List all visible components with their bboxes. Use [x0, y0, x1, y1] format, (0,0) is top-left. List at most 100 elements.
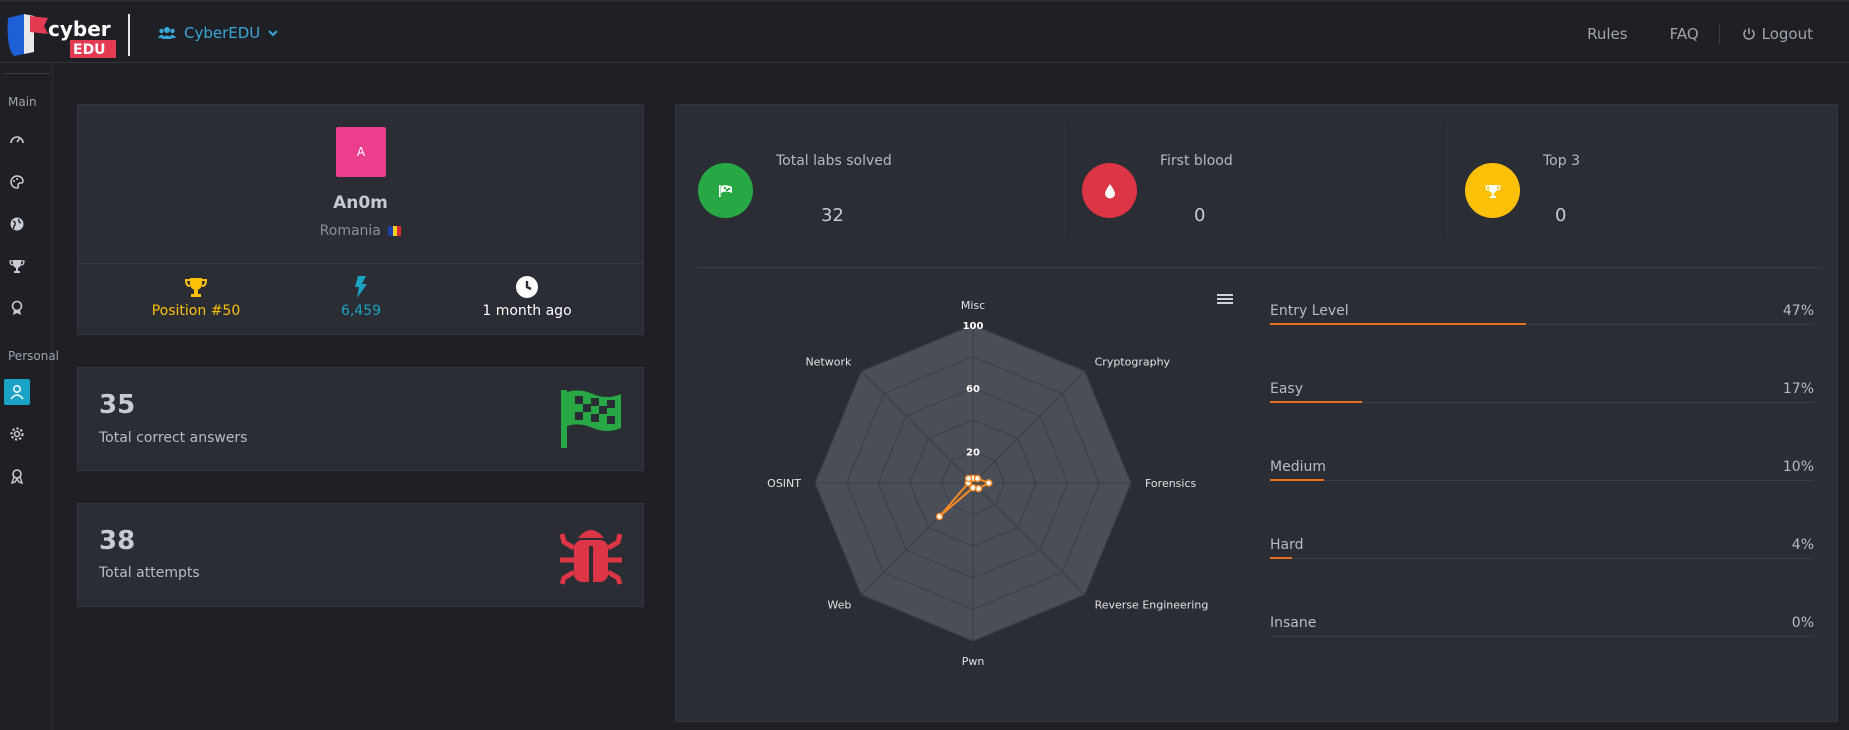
radar-category-label: Forensics — [1145, 477, 1197, 490]
category-radar-chart: 20 60 100 Misc Cryptography Forensics Reverse … — [767, 299, 1209, 668]
drop-icon — [1104, 183, 1115, 198]
difficulty-name: Easy — [1270, 381, 1304, 397]
trophy-icon — [184, 278, 208, 297]
avatar: A — [336, 127, 386, 177]
difficulty-row: Medium 10% — [1270, 459, 1814, 481]
dashboard-icon[interactable] — [6, 129, 28, 151]
difficulty-percent: 0% — [1791, 615, 1814, 631]
radar-category-label: Pwn — [962, 655, 985, 668]
top-navbar: cyber EDU CyberEDU Rules FAQ Logout — [0, 0, 1849, 63]
correct-answers-value: 35 — [99, 390, 136, 420]
difficulty-progress-bar — [1270, 557, 1292, 559]
last-seen-stat: 1 month ago — [437, 275, 617, 319]
attempts-label: Total attempts — [99, 565, 200, 581]
profile-header: A An0m Romania — [78, 105, 643, 264]
top3-value: 0 — [1555, 205, 1567, 226]
org-dropdown[interactable]: CyberEDU — [158, 24, 278, 42]
kpi-divider — [1447, 125, 1448, 235]
radar-category-label: Misc — [961, 299, 985, 312]
logo-text-edu: EDU — [73, 42, 106, 58]
org-name: CyberEDU — [184, 24, 261, 42]
radar-category-label: Web — [827, 599, 851, 612]
difficulty-name: Medium — [1270, 459, 1326, 475]
difficulty-row: Easy 17% — [1270, 381, 1814, 403]
radar-category-label: Reverse Engineering — [1095, 599, 1209, 612]
sidebar-divider — [4, 73, 50, 74]
username: An0m — [333, 193, 388, 213]
top-links: Rules FAQ Logout — [1545, 24, 1813, 44]
difficulty-progress-bar — [1270, 401, 1363, 403]
difficulty-track — [1270, 480, 1814, 481]
panel-divider — [697, 267, 1822, 268]
radar-data-point — [935, 512, 944, 521]
labs-solved-label: Total labs solved — [776, 153, 892, 169]
first-blood-value: 0 — [1194, 205, 1206, 226]
radar-category-label: Cryptography — [1095, 355, 1171, 368]
romania-flag-icon — [388, 224, 402, 236]
chart-menu-button[interactable] — [1216, 291, 1234, 307]
awards-icon[interactable] — [6, 465, 28, 487]
logo-text-cyber: cyber — [48, 17, 111, 41]
globe-icon[interactable] — [6, 213, 28, 235]
logout-label: Logout — [1761, 25, 1813, 43]
difficulty-percent: 10% — [1782, 459, 1814, 475]
flag-icon — [718, 184, 732, 197]
position-label: Position #50 — [151, 303, 241, 319]
first-blood-label: First blood — [1160, 153, 1233, 169]
cyberedu-logo[interactable]: cyber EDU — [4, 12, 116, 58]
clock-icon — [516, 276, 538, 298]
radar-data-point — [973, 474, 982, 483]
faq-link[interactable]: FAQ — [1670, 25, 1699, 43]
kpi-divider — [1064, 125, 1065, 235]
difficulty-track — [1270, 636, 1814, 637]
chevron-down-icon — [268, 30, 278, 37]
radar-tick-label: 60 — [966, 384, 980, 395]
checkered-flag-icon — [561, 390, 621, 448]
difficulty-name: Insane — [1270, 615, 1317, 631]
first-blood-badge — [1082, 163, 1137, 218]
difficulty-row: Entry Level 47% — [1270, 303, 1814, 325]
user-profile-icon[interactable] — [4, 379, 30, 405]
hamburger-icon — [1217, 294, 1233, 304]
top3-label: Top 3 — [1543, 153, 1580, 169]
difficulty-progress-bar — [1270, 479, 1325, 481]
gear-icon[interactable] — [6, 423, 28, 445]
sidebar-section-personal: Personal — [8, 349, 60, 363]
country-name: Romania — [319, 223, 381, 239]
sidebar-section-main: Main — [8, 95, 37, 109]
stats-panel: Total labs solved 32 First blood 0 Top 3… — [675, 104, 1838, 722]
nav-divider — [1718, 24, 1720, 44]
rules-link[interactable]: Rules — [1587, 25, 1627, 43]
difficulty-percent: 17% — [1782, 381, 1814, 397]
points-stat: 6,459 — [271, 275, 451, 319]
attempts-value: 38 — [99, 526, 136, 556]
labs-solved-value: 32 — [821, 205, 844, 226]
radar-tick-label: 20 — [966, 447, 980, 458]
palette-icon[interactable] — [6, 171, 28, 193]
bug-icon — [559, 530, 623, 585]
radar-category-label: OSINT — [767, 477, 801, 490]
difficulty-track — [1270, 558, 1814, 559]
labs-solved-badge — [698, 163, 753, 218]
difficulty-row: Hard 4% — [1270, 537, 1814, 559]
logo-divider — [128, 14, 130, 56]
difficulty-progress-bar — [1270, 323, 1526, 325]
profile-card: A An0m Romania Position #50 6,459 1 mont… — [77, 104, 644, 335]
radar-tick-label: 100 — [963, 321, 984, 332]
position-stat: Position #50 — [106, 275, 286, 319]
users-icon — [158, 27, 176, 39]
logout-link[interactable]: Logout — [1742, 25, 1813, 43]
trophy-icon — [1484, 184, 1501, 198]
difficulty-name: Hard — [1270, 537, 1304, 553]
difficulty-percent: 4% — [1791, 537, 1814, 553]
radar-data-point — [985, 479, 993, 487]
correct-answers-card: 35 Total correct answers — [77, 367, 644, 471]
sidebar: Main Personal — [0, 63, 59, 730]
difficulty-row: Insane 0% — [1270, 615, 1814, 637]
correct-answers-label: Total correct answers — [99, 430, 248, 446]
award-icon[interactable] — [6, 297, 28, 319]
radar-category-label: Network — [805, 355, 852, 368]
top3-badge — [1465, 163, 1520, 218]
trophy-icon[interactable] — [6, 255, 28, 277]
bolt-icon — [355, 276, 367, 298]
